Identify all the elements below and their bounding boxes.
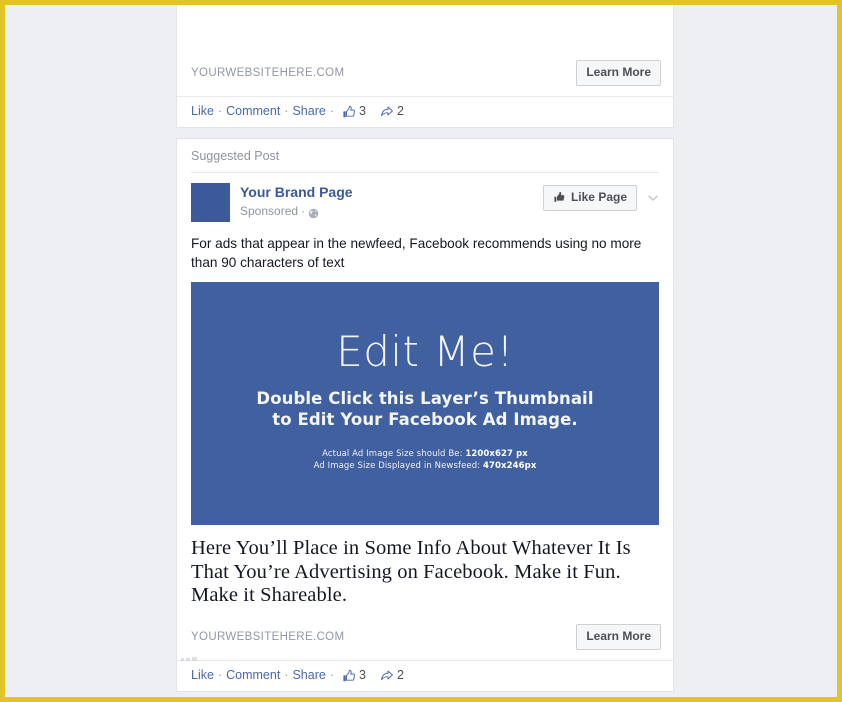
avatar[interactable] — [191, 183, 230, 222]
share-arrow-icon — [380, 105, 394, 119]
link-attachment[interactable]: YOURWEBSITEHERE.COM Learn More — [177, 54, 673, 96]
action-separator: · — [217, 667, 223, 682]
post-action-bar: Like · Comment · Share · 3 2 — [177, 96, 673, 127]
post-meta: Sponsored · — [240, 203, 543, 219]
thumbs-up-icon — [342, 669, 356, 683]
like-page-label: Like Page — [570, 190, 627, 204]
share-count: 2 — [396, 104, 404, 118]
ad-headline: Edit Me! — [336, 327, 514, 376]
attachment-footer: YOURWEBSITEHERE.COM Learn More — [177, 618, 673, 660]
attachment-footer: YOURWEBSITEHERE.COM Learn More — [177, 54, 673, 96]
feed-post-card: Suggested Post Your Brand Page Sponsored… — [176, 138, 674, 692]
ad-spec-1-label: Actual Ad Image Size should Be: — [322, 449, 463, 459]
post-header-text: Your Brand Page Sponsored · — [240, 183, 543, 219]
attachment-url: YOURWEBSITEHERE.COM — [191, 67, 345, 79]
thumbs-up-icon — [553, 191, 566, 204]
post-message: For ads that appear in the newfeed, Face… — [191, 236, 642, 270]
ad-spec-line2: Ad Image Size Displayed in Newsfeed: 470… — [191, 461, 659, 473]
learn-more-button[interactable]: Learn More — [576, 60, 661, 86]
ad-subline: Double Click this Layer’s Thumbnail to E… — [191, 388, 659, 430]
action-separator: · — [284, 104, 289, 118]
ad-subline-line1: Double Click this Layer’s Thumbnail — [256, 389, 594, 408]
attachment-body: Here You’ll Place in Some Info About Wha… — [177, 525, 673, 618]
sponsored-label: Sponsored — [240, 204, 299, 218]
page-name-link[interactable]: Your Brand Page — [240, 184, 543, 201]
action-separator: · — [217, 104, 223, 118]
attachment-url: YOURWEBSITEHERE.COM — [191, 630, 345, 643]
ad-spec-line1: Actual Ad Image Size should Be: 1200x627… — [191, 449, 659, 461]
screenshot-canvas: YOURWEBSITEHERE.COM Learn More Like · Co… — [0, 0, 842, 702]
share-action[interactable]: Share — [292, 668, 325, 682]
news-feed: YOURWEBSITEHERE.COM Learn More Like · Co… — [176, 5, 674, 697]
share-arrow-icon — [380, 669, 394, 683]
feed-post-card: YOURWEBSITEHERE.COM Learn More Like · Co… — [176, 5, 674, 128]
attachment-title: Here You’ll Place in Some Info About Wha… — [191, 537, 631, 606]
share-count: 2 — [396, 667, 404, 682]
action-separator: · — [329, 667, 334, 682]
action-separator: · — [284, 667, 289, 682]
engagement-counts: 3 2 — [342, 104, 404, 118]
post-header: Your Brand Page Sponsored · Like Page — [177, 173, 673, 230]
ad-spec-2-label: Ad Image Size Displayed in Newsfeed: — [313, 460, 481, 471]
learn-more-button[interactable]: Learn More — [576, 623, 661, 650]
globe-icon — [308, 207, 319, 218]
like-page-button[interactable]: Like Page — [542, 185, 637, 211]
ad-creative-image[interactable]: Edit Me! Double Click this Layer’s Thumb… — [191, 282, 659, 525]
comment-action[interactable]: Comment — [226, 668, 280, 682]
post-action-bar: Like · Comment · Share · 3 2 — [177, 659, 673, 691]
ad-spec-2-value: 470x246px — [483, 460, 537, 471]
link-attachment[interactable]: Here You’ll Place in Some Info About Wha… — [177, 525, 673, 660]
like-count: 3 — [359, 667, 366, 682]
ad-spec-notes: Actual Ad Image Size should Be: 1200x627… — [191, 449, 659, 472]
like-action[interactable]: Like — [191, 104, 214, 118]
like-action[interactable]: Like — [191, 668, 214, 682]
engagement-counts: 3 2 — [342, 668, 404, 682]
chevron-down-icon[interactable] — [645, 190, 661, 206]
post-header-actions: Like Page — [542, 183, 661, 211]
action-separator: · — [329, 104, 334, 118]
suggested-post-label: Suggested Post — [191, 149, 280, 163]
ad-subline-line2: to Edit Your Facebook Ad Image. — [272, 410, 578, 429]
comment-action[interactable]: Comment — [226, 104, 280, 118]
share-action[interactable]: Share — [292, 104, 325, 118]
thumbs-up-icon — [342, 105, 356, 119]
like-count: 3 — [359, 104, 366, 118]
ad-spec-1-value: 1200x627 px — [465, 449, 528, 459]
meta-separator: · — [301, 204, 306, 218]
